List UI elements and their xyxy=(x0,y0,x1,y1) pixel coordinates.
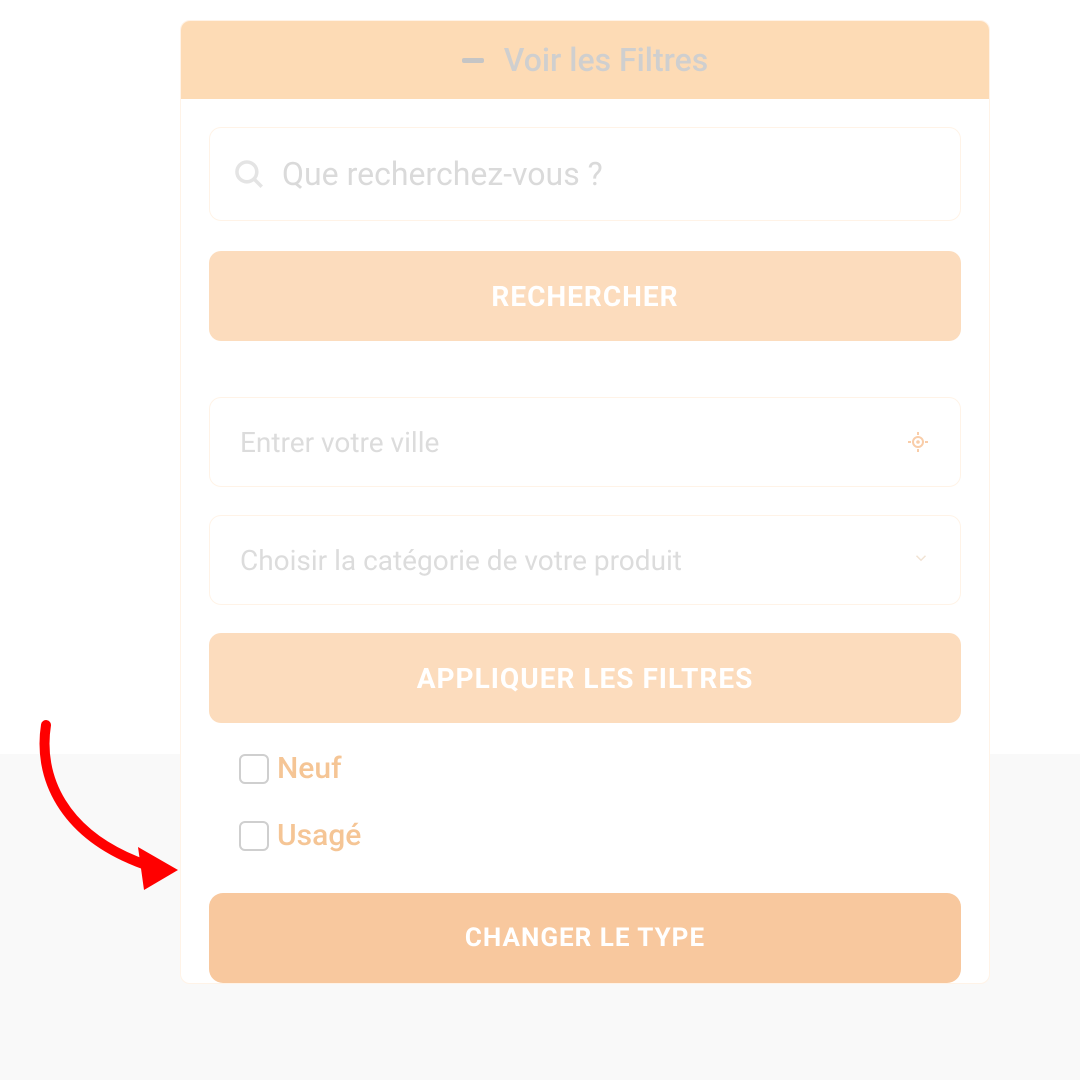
filters-header-title: Voir les Filtres xyxy=(504,41,708,79)
condition-option-neuf[interactable]: Neuf xyxy=(239,751,931,786)
checkbox-usage[interactable] xyxy=(239,821,269,851)
city-input[interactable] xyxy=(240,426,906,459)
change-type-button[interactable]: CHANGER LE TYPE xyxy=(209,893,961,983)
chevron-down-icon xyxy=(912,549,930,571)
search-row xyxy=(209,127,961,221)
search-input[interactable] xyxy=(282,155,938,193)
tutorial-arrow xyxy=(26,715,196,895)
condition-label: Neuf xyxy=(277,751,342,786)
condition-label: Usagé xyxy=(277,818,361,853)
filters-panel: Voir les Filtres RECHERCHER Choisir la c… xyxy=(180,20,990,984)
city-field[interactable] xyxy=(209,397,961,487)
category-select[interactable]: Choisir la catégorie de votre produit xyxy=(209,515,961,605)
condition-section: Neuf Usagé xyxy=(209,723,961,893)
condition-option-usage[interactable]: Usagé xyxy=(239,818,931,853)
filters-body: RECHERCHER Choisir la catégorie de votre… xyxy=(181,99,989,983)
minus-icon xyxy=(462,58,484,63)
apply-filters-button[interactable]: APPLIQUER LES FILTRES xyxy=(209,633,961,723)
filters-header[interactable]: Voir les Filtres xyxy=(181,21,989,99)
locate-icon[interactable] xyxy=(906,430,930,454)
checkbox-neuf[interactable] xyxy=(239,754,269,784)
search-button[interactable]: RECHERCHER xyxy=(209,251,961,341)
search-icon xyxy=(232,157,282,191)
category-placeholder: Choisir la catégorie de votre produit xyxy=(240,544,912,577)
